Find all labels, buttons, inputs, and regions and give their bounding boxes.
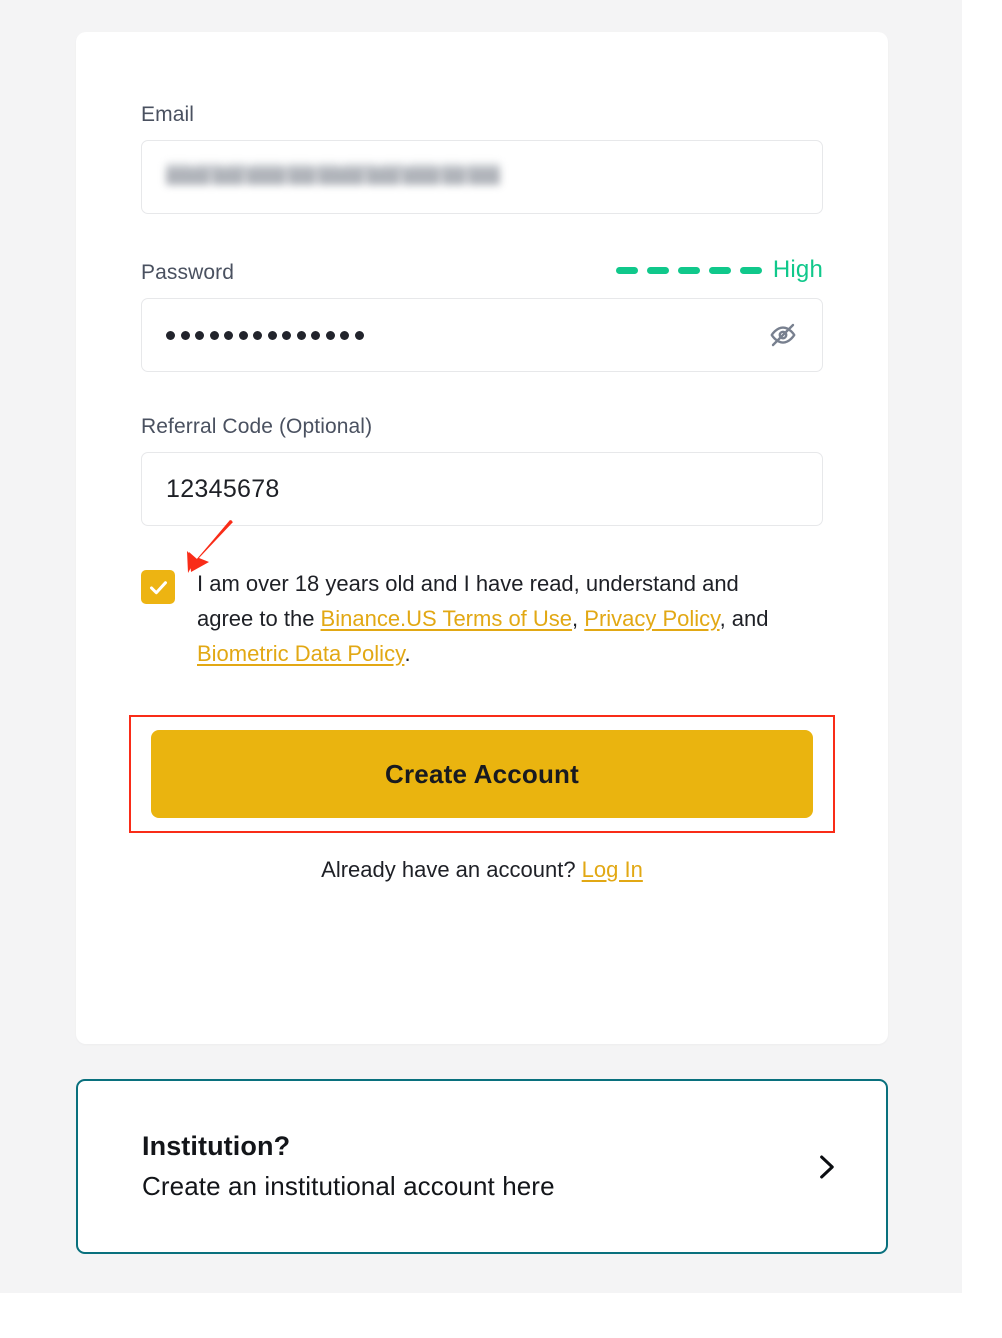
create-account-area: Create Account xyxy=(129,715,835,833)
institution-card[interactable]: Institution? Create an institutional acc… xyxy=(76,1079,888,1254)
referral-input[interactable]: 12345678 xyxy=(141,452,823,526)
terms-separator-2: , and xyxy=(719,606,769,631)
strength-segment xyxy=(708,266,731,274)
strength-segment xyxy=(739,266,762,274)
signup-card: Email Password High Referral Code (Optio… xyxy=(76,32,888,1044)
email-field-block: Email xyxy=(141,102,823,214)
institution-subtitle: Create an institutional account here xyxy=(142,1171,555,1201)
terms-text-end: . xyxy=(404,641,411,666)
log-in-link[interactable]: Log In xyxy=(582,857,643,882)
strength-segments xyxy=(615,266,762,274)
password-strength-meter: High xyxy=(615,256,823,286)
terms-checkbox[interactable] xyxy=(141,570,175,604)
terms-separator-1: , xyxy=(572,606,585,631)
chevron-right-icon[interactable] xyxy=(806,1147,846,1187)
terms-agreement-row: I am over 18 years old and I have read, … xyxy=(141,520,823,671)
biometric-data-policy-link[interactable]: Biometric Data Policy xyxy=(197,641,404,666)
institution-texts: Institution? Create an institutional acc… xyxy=(142,1131,806,1202)
login-prompt: Already have an account? Log In xyxy=(141,857,823,883)
password-field-block: Password High xyxy=(141,256,823,372)
signup-form: Email Password High Referral Code (Optio… xyxy=(129,102,835,883)
eye-slash-icon[interactable] xyxy=(766,318,800,352)
strength-segment xyxy=(615,266,638,274)
strength-segment xyxy=(677,266,700,274)
email-redacted-value xyxy=(166,162,504,192)
referral-value: 12345678 xyxy=(166,474,280,503)
create-account-button[interactable]: Create Account xyxy=(151,730,813,818)
strength-label: High xyxy=(772,256,823,283)
referral-label: Referral Code (Optional) xyxy=(141,415,373,438)
terms-text: I am over 18 years old and I have read, … xyxy=(197,566,797,671)
password-input[interactable] xyxy=(141,298,823,372)
terms-of-use-link[interactable]: Binance.US Terms of Use xyxy=(321,606,572,631)
login-prompt-text: Already have an account? xyxy=(321,857,582,882)
referral-field-block: Referral Code (Optional) 12345678 xyxy=(141,414,823,526)
strength-segment xyxy=(646,266,669,274)
email-label: Email xyxy=(141,103,195,126)
password-label: Password xyxy=(141,261,235,284)
email-input[interactable] xyxy=(141,140,823,214)
institution-title: Institution? xyxy=(142,1131,291,1161)
password-header: Password High xyxy=(141,256,823,286)
password-masked-value xyxy=(166,330,364,340)
page-background: Email Password High Referral Code (Optio… xyxy=(0,0,962,1293)
privacy-policy-link[interactable]: Privacy Policy xyxy=(584,606,719,631)
